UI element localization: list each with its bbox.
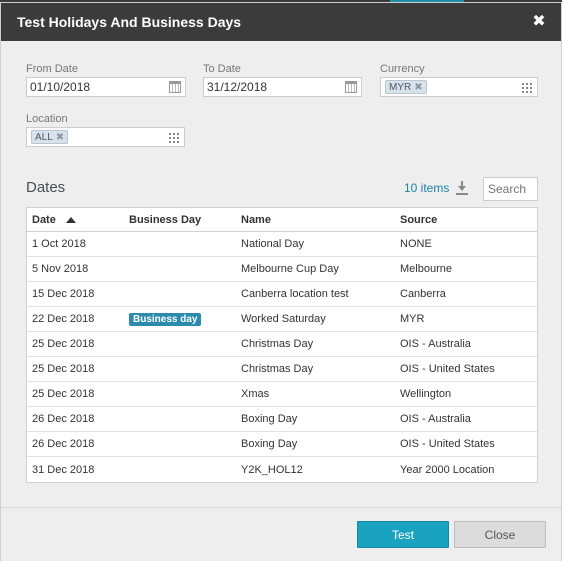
table-row[interactable]: 25 Dec 2018 Christmas Day OIS - Australia <box>27 332 537 357</box>
cell-source: MYR <box>400 313 425 325</box>
cell-source: OIS - United States <box>400 438 495 450</box>
currency-chip-label: MYR <box>389 81 412 93</box>
cell-date: 25 Dec 2018 <box>32 338 95 350</box>
table-row[interactable]: 26 Dec 2018 Boxing Day OIS - Australia <box>27 407 537 432</box>
cell-date: 1 Oct 2018 <box>32 238 86 250</box>
remove-chip-icon[interactable]: ✖ <box>414 82 422 93</box>
cell-name: Boxing Day <box>241 413 298 425</box>
column-header-business-day[interactable]: Business Day <box>124 214 236 226</box>
table-header: Date Business Day Name Source <box>27 208 537 232</box>
from-date-input[interactable]: 01/10/2018 <box>26 77 186 97</box>
cell-date: 31 Dec 2018 <box>32 463 95 476</box>
column-header-source[interactable]: Source <box>395 214 537 226</box>
cell-source: OIS - Australia <box>400 413 471 425</box>
cell-name: Melbourne Cup Day <box>241 263 339 275</box>
cell-date: 5 Nov 2018 <box>32 263 89 275</box>
cell-date: 25 Dec 2018 <box>32 363 95 375</box>
from-date-label: From Date <box>26 63 78 75</box>
cell-date: 25 Dec 2018 <box>32 388 95 400</box>
to-date-field: To Date 31/12/2018 <box>203 63 362 97</box>
to-date-input[interactable]: 31/12/2018 <box>203 77 362 97</box>
search-input[interactable] <box>483 177 538 201</box>
cell-name: Canberra location test <box>241 288 349 300</box>
grid-icon[interactable] <box>521 82 532 93</box>
cell-name: Xmas <box>241 388 270 400</box>
currency-input[interactable]: MYR ✖ <box>380 77 538 97</box>
dates-table: Date Business Day Name Source 1 Oct 2018… <box>26 207 538 483</box>
cell-business-day: Business day <box>124 312 236 326</box>
close-icon[interactable]: ✖ <box>531 14 547 30</box>
column-header-date[interactable]: Date <box>27 214 124 226</box>
table-row[interactable]: 31 Dec 2018 Y2K_HOL12 Year 2000 Location <box>27 457 537 482</box>
dialog-title: Test Holidays And Business Days <box>17 14 242 30</box>
cell-source: Melbourne <box>400 263 452 275</box>
calendar-icon[interactable] <box>169 81 181 93</box>
table-row[interactable]: 15 Dec 2018 Canberra location test Canberr… <box>27 282 537 307</box>
cell-name: Christmas Day <box>241 363 314 375</box>
from-date-field: From Date 01/10/2018 <box>26 63 186 97</box>
table-row[interactable]: 25 Dec 2018 Christmas Day OIS - United Sta… <box>27 357 537 382</box>
location-chip: ALL ✖ <box>31 130 69 144</box>
table-row[interactable]: 1 Oct 2018 National Day NONE <box>27 232 537 257</box>
cell-name: Christmas Day <box>241 338 314 350</box>
cell-name: Worked Saturday <box>241 313 326 325</box>
table-row[interactable]: 5 Nov 2018 Melbourne Cup Day Melbourne <box>27 257 537 282</box>
location-field: Location ALL ✖ <box>26 113 185 147</box>
cell-source: OIS - United States <box>400 363 495 375</box>
calendar-icon[interactable] <box>345 81 357 93</box>
to-date-value: 31/12/2018 <box>207 80 268 94</box>
test-button[interactable]: Test <box>357 521 449 548</box>
grid-icon[interactable] <box>168 132 179 143</box>
download-icon[interactable] <box>456 181 469 195</box>
remove-chip-icon[interactable]: ✖ <box>56 132 64 143</box>
to-date-label: To Date <box>203 63 241 75</box>
table-row[interactable]: 25 Dec 2018 Xmas Wellington <box>27 382 537 407</box>
cell-name: Y2K_HOL12 <box>241 463 303 476</box>
cell-source: Wellington <box>400 388 452 400</box>
location-label: Location <box>26 113 68 125</box>
table-row[interactable]: 26 Dec 2018 Boxing Day OIS - United States <box>27 432 537 457</box>
close-button[interactable]: Close <box>454 521 546 548</box>
cell-source: OIS - Australia <box>400 338 471 350</box>
location-chip-label: ALL <box>35 131 53 143</box>
location-input[interactable]: ALL ✖ <box>26 127 185 147</box>
currency-chip: MYR ✖ <box>385 80 427 94</box>
items-count-label: 10 items <box>404 181 450 195</box>
cell-source: NONE <box>400 238 432 250</box>
column-header-date-label: Date <box>32 213 56 226</box>
currency-field: Currency MYR ✖ <box>380 63 538 97</box>
cell-source: Year 2000 Location <box>400 463 495 476</box>
items-count: 10 items <box>404 181 469 195</box>
dialog-footer: Test Close <box>1 507 561 561</box>
cell-name: Boxing Day <box>241 438 298 450</box>
table-row[interactable]: 22 Dec 2018 Business day Worked Saturday MY… <box>27 307 537 332</box>
cell-source: Canberra <box>400 288 446 300</box>
currency-label: Currency <box>380 63 425 75</box>
cell-date: 26 Dec 2018 <box>32 413 95 425</box>
cell-date: 26 Dec 2018 <box>32 438 95 450</box>
cell-date: 15 Dec 2018 <box>32 288 95 300</box>
cell-name: National Day <box>241 238 304 250</box>
test-holidays-dialog: Test Holidays And Business Days ✖ From D… <box>0 2 562 561</box>
column-header-name[interactable]: Name <box>236 214 395 226</box>
dialog-titlebar: Test Holidays And Business Days ✖ <box>1 3 561 41</box>
business-day-badge: Business day <box>129 312 202 326</box>
from-date-value: 01/10/2018 <box>30 80 91 94</box>
cell-date: 22 Dec 2018 <box>32 313 95 325</box>
table-body: 1 Oct 2018 National Day NONE 5 Nov 2018 Melb… <box>27 232 537 482</box>
dates-section-title: Dates <box>26 179 66 196</box>
sort-ascending-icon <box>65 216 76 223</box>
